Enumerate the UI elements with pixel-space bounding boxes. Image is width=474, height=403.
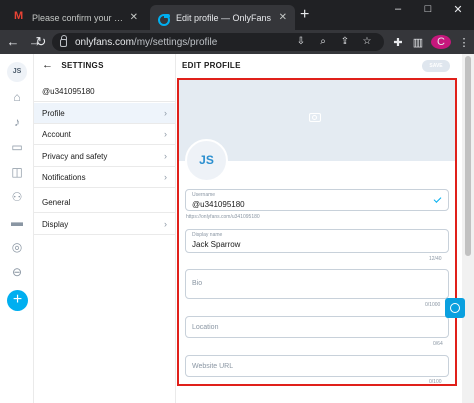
bookmark-star-icon[interactable]: ☆ bbox=[356, 33, 378, 51]
gmail-icon bbox=[14, 10, 26, 22]
url-text: onlyfans.com/my/settings/profile bbox=[75, 36, 218, 48]
lock-icon bbox=[60, 35, 67, 47]
bio-counter: 0/1000 bbox=[425, 302, 441, 308]
chevron-right-icon: › bbox=[164, 172, 167, 182]
extensions-icon[interactable]: ✚ bbox=[388, 36, 408, 49]
location-field[interactable]: Location bbox=[185, 316, 449, 338]
icon-sidebar: JS ⌂ ♪ ▭ ◫ ⚇ ▬ ◎ ⊖ + bbox=[0, 54, 34, 403]
website-field[interactable]: Website URL bbox=[185, 355, 449, 377]
more-icon[interactable]: ⊖ bbox=[9, 264, 25, 280]
check-icon bbox=[433, 195, 442, 203]
settings-item-profile[interactable]: Profile › bbox=[34, 103, 175, 124]
messages-icon[interactable]: ▭ bbox=[9, 139, 25, 155]
browser-toolbar: ← → ↻ onlyfans.com/my/settings/profile ⇩… bbox=[0, 30, 474, 54]
profile-avatar-large[interactable]: JS bbox=[185, 139, 228, 182]
display-name-field[interactable]: Display name Jack Sparrow bbox=[185, 229, 449, 253]
install-icon[interactable]: ⇩ bbox=[290, 33, 312, 51]
bio-field[interactable]: Bio bbox=[185, 269, 449, 299]
avatar[interactable]: JS bbox=[7, 62, 27, 82]
tab-title: Edit profile — OnlyFans bbox=[176, 12, 272, 23]
browser-tab-strip: Please confirm your e-mail a ✕ Edit prof… bbox=[0, 0, 474, 30]
settings-item-privacy[interactable]: Privacy and safety › bbox=[34, 146, 175, 167]
maximize-button[interactable]: □ bbox=[413, 3, 443, 15]
settings-item-display[interactable]: Display › bbox=[34, 214, 175, 235]
chevron-right-icon: › bbox=[164, 129, 167, 139]
back-icon[interactable]: ← bbox=[2, 30, 24, 54]
address-bar[interactable]: ↻ onlyfans.com/my/settings/profile ⇩ ⌕ ⇪… bbox=[36, 33, 384, 51]
chevron-right-icon: › bbox=[164, 151, 167, 161]
settings-item-account[interactable]: Account › bbox=[34, 124, 175, 145]
reload-icon[interactable]: ↻ bbox=[30, 30, 52, 54]
location-counter: 0/64 bbox=[433, 341, 443, 347]
home-icon[interactable]: ⌂ bbox=[9, 89, 25, 105]
tab-onlyfans[interactable]: Edit profile — OnlyFans ✕ bbox=[150, 5, 295, 30]
menu-icon[interactable]: ⋮ bbox=[454, 36, 474, 49]
bookmarks-icon[interactable]: ◫ bbox=[9, 164, 25, 180]
zoom-icon[interactable]: ⌕ bbox=[312, 33, 334, 51]
save-button[interactable]: SAVE bbox=[422, 60, 450, 72]
settings-username[interactable]: @u341095180 bbox=[34, 81, 175, 102]
new-tab-button[interactable]: + bbox=[300, 6, 309, 24]
page-title: SETTINGS bbox=[61, 60, 104, 70]
display-name-counter: 12/40 bbox=[429, 256, 442, 262]
highlight-box: JS Username @u341095180 https://onlyfans… bbox=[177, 78, 457, 386]
sidepanel-icon[interactable]: ▥ bbox=[408, 36, 428, 49]
camera-icon[interactable] bbox=[309, 113, 321, 122]
profile-url-hint: https://onlyfans.com/u341095180 bbox=[186, 214, 260, 220]
close-icon[interactable]: ✕ bbox=[130, 12, 138, 23]
edit-profile-panel: EDIT PROFILE SAVE JS Username @u34109518… bbox=[176, 54, 460, 403]
onlyfans-icon bbox=[158, 13, 170, 26]
website-counter: 0/100 bbox=[429, 379, 442, 385]
scrollbar[interactable] bbox=[462, 54, 474, 403]
share-icon[interactable]: ⇪ bbox=[334, 33, 356, 51]
tab-title: Please confirm your e-mail a bbox=[32, 12, 126, 23]
lists-icon[interactable]: ⚇ bbox=[9, 189, 25, 205]
add-post-button[interactable]: + bbox=[7, 290, 28, 311]
settings-section-general[interactable]: General bbox=[34, 192, 175, 213]
minimize-button[interactable]: – bbox=[383, 3, 413, 15]
page-content: JS ⌂ ♪ ▭ ◫ ⚇ ▬ ◎ ⊖ + ← SETTINGS @u341095… bbox=[0, 54, 474, 403]
profile-icon[interactable]: ◎ bbox=[9, 239, 25, 255]
scroll-thumb[interactable] bbox=[465, 56, 471, 256]
close-window-button[interactable]: ✕ bbox=[443, 3, 473, 16]
edit-profile-title: EDIT PROFILE bbox=[182, 61, 241, 70]
tab-gmail[interactable]: Please confirm your e-mail a ✕ bbox=[6, 5, 146, 30]
username-field[interactable]: Username @u341095180 bbox=[185, 189, 449, 211]
chevron-right-icon: › bbox=[164, 108, 167, 118]
card-icon[interactable]: ▬ bbox=[9, 214, 25, 230]
bell-icon[interactable]: ♪ bbox=[9, 114, 25, 130]
back-arrow-icon[interactable]: ← bbox=[42, 59, 53, 71]
profile-avatar[interactable]: C bbox=[431, 35, 451, 49]
help-button[interactable] bbox=[445, 298, 465, 318]
settings-panel: ← SETTINGS @u341095180 Profile › Account… bbox=[34, 54, 176, 403]
settings-header: ← SETTINGS bbox=[34, 54, 175, 76]
close-icon[interactable]: ✕ bbox=[279, 12, 287, 23]
settings-item-notifications[interactable]: Notifications › bbox=[34, 167, 175, 188]
chevron-right-icon: › bbox=[164, 219, 167, 229]
